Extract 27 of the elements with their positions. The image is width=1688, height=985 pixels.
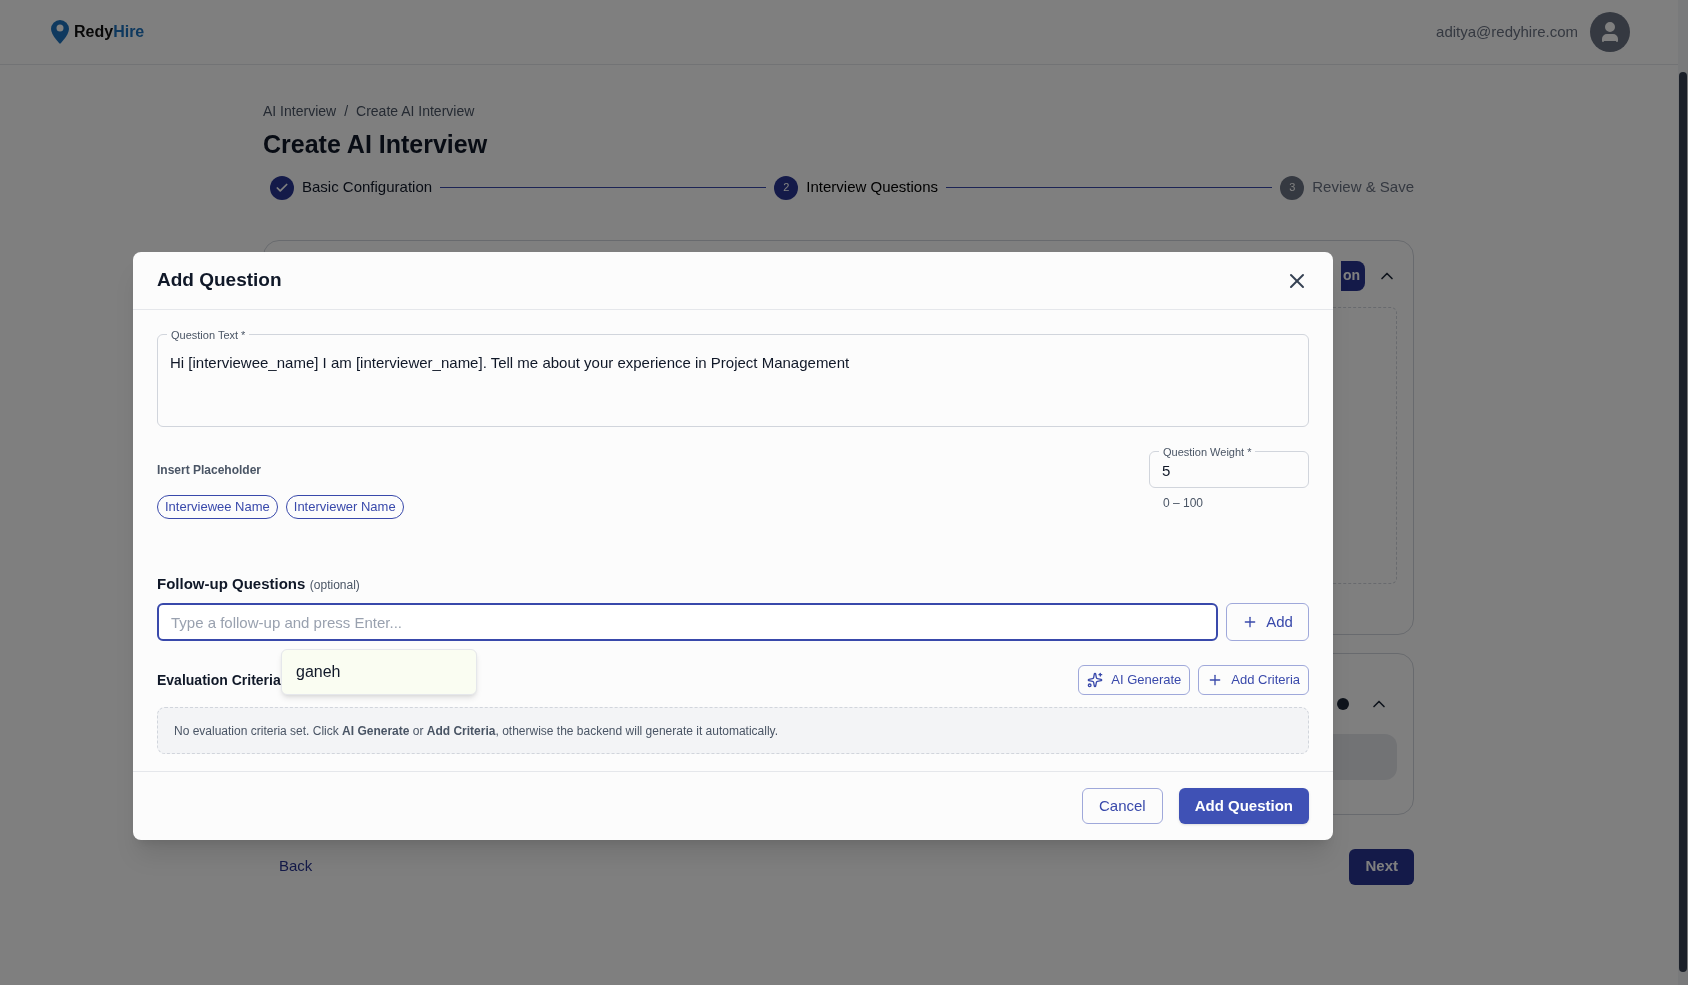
logo-text: RedyHire <box>74 22 145 42</box>
add-button[interactable]: Add <box>1226 603 1309 641</box>
step-number: 3 <box>1280 175 1305 200</box>
next-button[interactable]: Next <box>1349 848 1414 885</box>
ai-generate-button[interactable]: AI Generate <box>1078 665 1191 695</box>
cancel-button[interactable]: Cancel <box>1081 788 1163 824</box>
weight-value: 5 <box>1162 461 1171 482</box>
question-text: Hi [interviewee_name] I am [interviewer_name]. Tell me about your experience in Project Management <box>170 354 850 371</box>
add-question-button[interactable]: Add Question <box>1178 788 1309 824</box>
follow-up-input[interactable]: Type a follow-up and press Enter... <box>157 603 1218 641</box>
user-email: aditya@redyhire.com <box>1436 21 1578 42</box>
add-criteria-button[interactable]: Add Criteria <box>1198 665 1309 695</box>
breadcrumb-link[interactable]: AI Interview <box>263 101 337 122</box>
follow-up-label: Follow-up Questions (optional) <box>157 574 361 594</box>
back-button[interactable]: Back <box>279 855 313 878</box>
insert-placeholder-label: Insert Placeholder <box>157 462 263 479</box>
breadcrumb-current: Create AI Interview <box>356 102 475 121</box>
step-number: 2 <box>774 175 799 200</box>
dialog-title: Add Question <box>157 268 282 293</box>
weight-hint: 0 – 100 <box>1163 495 1205 512</box>
page-title: Create AI Interview <box>263 129 489 160</box>
step-label[interactable]: Interview Questions <box>806 176 939 199</box>
card-button[interactable]: on <box>1341 260 1365 291</box>
evaluation-criteria-label: Evaluation Criteria <box>157 670 281 690</box>
empty-criteria-message: No evaluation criteria set. Click AI Generate or Add Criteria, otherwise the backend will generate it automatically. <box>174 722 779 740</box>
breadcrumb-separator: / <box>344 102 349 121</box>
step-label[interactable]: Basic Configuration <box>302 176 433 199</box>
